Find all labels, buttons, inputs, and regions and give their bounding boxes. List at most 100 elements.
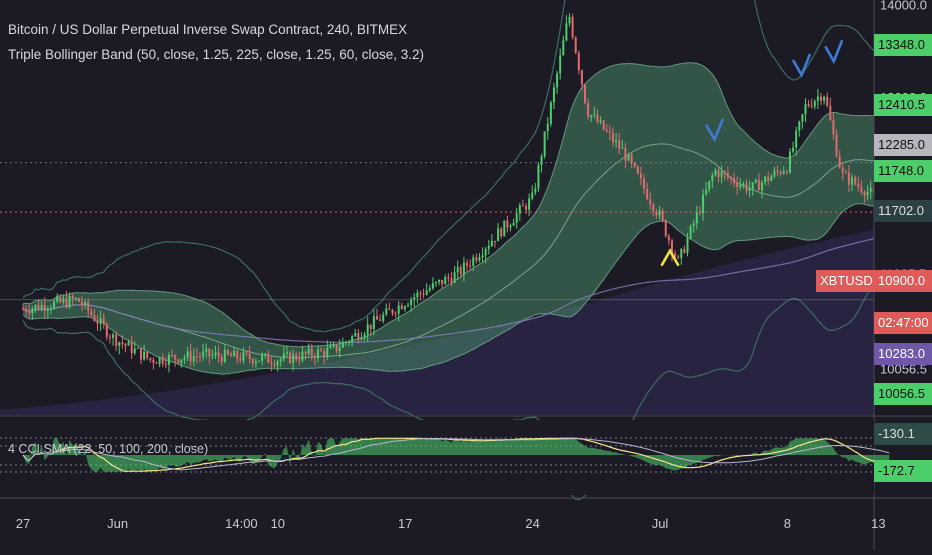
candle-body [863,192,866,196]
candle-body [633,162,636,167]
candle-body [820,96,823,101]
candle-body [118,342,121,347]
candle-body [236,350,239,359]
x-tick-label: 27 [16,516,30,531]
candle-body [515,213,518,223]
candle-body [571,16,574,38]
candle-body [202,351,205,357]
candle-body [599,120,602,123]
candle-body [372,316,375,329]
candle-body [767,176,770,181]
candle-body [779,171,782,174]
candle-body [695,212,698,224]
candle-body [593,114,596,116]
candle-body [745,183,748,191]
candle-body [53,301,56,309]
candle-body [31,308,34,314]
candle-body [357,333,360,340]
candle-body [62,298,65,303]
candle-body [667,236,670,241]
candle-body [552,87,555,103]
candle-body [105,324,108,337]
candle-body [59,296,62,303]
candle-body [205,348,208,352]
candle-body [503,220,506,237]
price-chart[interactable]: 14000.013000.011085.510056.527Jun14:0010… [0,0,932,550]
candle-body [829,105,832,121]
candle-body [643,178,646,189]
candle-body [43,305,46,312]
candle-body [233,350,236,357]
candle-body [801,114,804,122]
candle-body [792,147,795,152]
candle-body [273,364,276,366]
candle-body [677,256,680,258]
candle-body [639,173,642,179]
candle-body [177,359,180,363]
candle-body [795,130,798,148]
candle-body [245,352,248,354]
candle-body [590,115,593,117]
candle-body [152,359,155,363]
symbol-badge: XBTUSD [816,270,874,292]
candle-body [562,40,565,56]
candle-body [87,301,90,312]
candle-body [717,170,720,178]
cci-badge-2: -172.7 [874,460,932,482]
candle-body [171,355,174,357]
candle-body [99,318,102,324]
candle-body [462,262,465,275]
x-tick-label: 10 [271,516,285,531]
candle-body [329,346,332,349]
candle-body [34,304,37,309]
candle-body [646,188,649,200]
candle-body [729,177,732,179]
candle-body [428,288,431,291]
candle-body [580,70,583,85]
candle-body [28,311,31,314]
candle-body [720,171,723,178]
candle-body [556,73,559,88]
candle-body [751,182,754,189]
candle-body [301,351,304,361]
candle-body [546,123,549,132]
price-badge-11748: 11748.0 [874,160,932,182]
candle-body [739,184,742,188]
candle-body [618,140,621,149]
price-badge-10900: 10900.0 [874,270,932,292]
candle-body [798,121,801,131]
candle-body [441,279,444,285]
chart-title: Bitcoin / US Dollar Perpetual Inverse Sw… [8,22,408,37]
candle-body [71,296,74,300]
candle-body [434,281,437,283]
candle-body [285,352,288,354]
candle-body [146,351,149,358]
candle-body [90,311,93,315]
candle-body [112,334,115,338]
candle-body [21,308,25,310]
price-badge-11702: 11702.0 [874,200,932,222]
candle-body [360,337,363,340]
candle-body [313,356,316,359]
candle-body [810,105,813,107]
candle-body [186,351,189,358]
candle-body [493,240,496,242]
candle-body [208,348,211,357]
countdown-badge: 02:47:00 [874,312,932,334]
candle-body [363,334,366,338]
candle-body [375,316,378,320]
candle-body [93,314,96,322]
candle-body [444,276,447,285]
candle-body [124,343,127,346]
candle-body [761,182,764,191]
candle-body [832,120,835,135]
candle-body [257,360,260,362]
candle-body [866,191,869,196]
candle-body [804,104,807,115]
candle-body [602,120,605,130]
candle-body [46,309,49,312]
candle-body [161,357,164,364]
candle-body [565,23,568,41]
candle-body [326,348,329,357]
candle-body [267,353,270,363]
